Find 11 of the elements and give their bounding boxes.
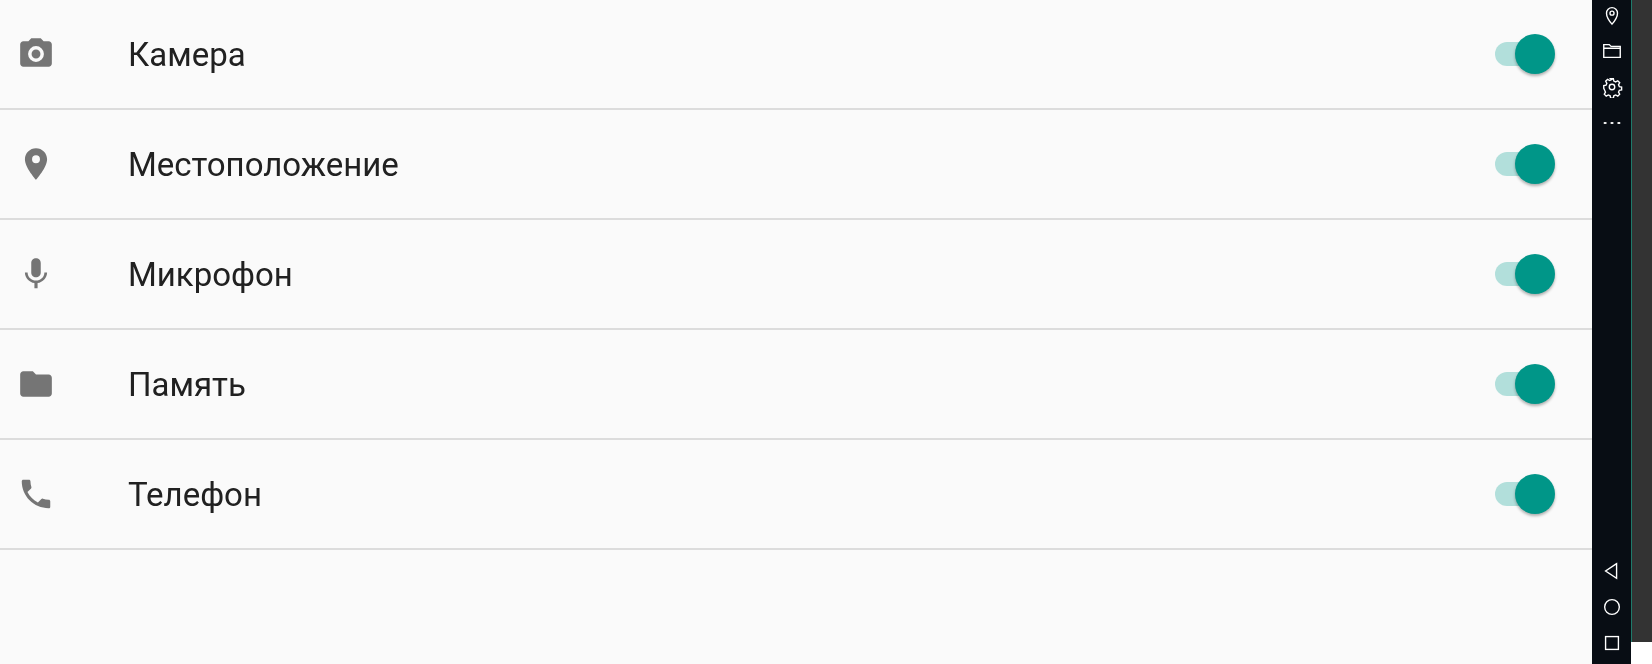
toggle-switch[interactable] [1495,364,1555,404]
permission-label: Микрофон [128,254,294,294]
permission-label: Местоположение [128,144,400,184]
toggle-switch[interactable] [1495,144,1555,184]
toggle-switch[interactable] [1495,254,1555,294]
toggle-switch[interactable] [1495,34,1555,74]
toggle-switch[interactable] [1495,474,1555,514]
permission-label: Камера [128,34,247,74]
settings-icon[interactable] [1600,76,1623,98]
permission-label: Телефон [128,474,263,514]
permission-label: Память [128,364,247,404]
